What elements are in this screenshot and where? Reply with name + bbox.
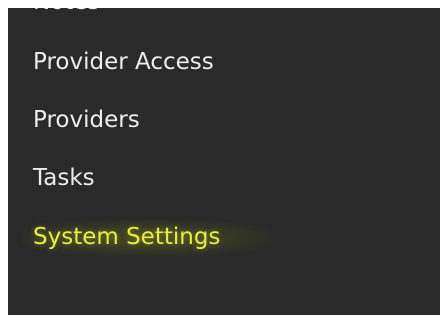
sidebar-item-providers[interactable]: Providers	[33, 106, 140, 134]
sidebar-item-notes[interactable]: Notes	[33, 8, 99, 16]
sidebar-item-tasks[interactable]: Tasks	[33, 164, 95, 192]
sidebar-nav: Notes Provider Access Providers Tasks Sy…	[8, 8, 440, 315]
sidebar-item-provider-access[interactable]: Provider Access	[33, 48, 214, 76]
sidebar-item-system-settings[interactable]: System Settings	[33, 223, 220, 251]
